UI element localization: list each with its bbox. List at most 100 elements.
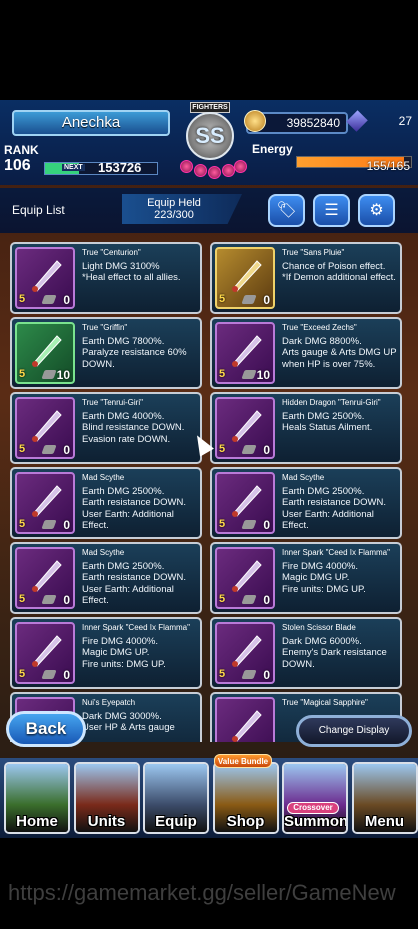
filter-icon: ☰ bbox=[324, 202, 339, 219]
game-screen: Anechka RANK 106 NEXT 153726 FIGHTERS SS… bbox=[0, 100, 418, 838]
equipment-name: True "Exceed Zechs" bbox=[282, 323, 357, 332]
limit-break-icon bbox=[241, 370, 257, 379]
orb-icon bbox=[194, 164, 207, 177]
limit-break-count: 0 bbox=[63, 443, 70, 457]
nav-summon[interactable]: Summon bbox=[282, 762, 348, 834]
tag-icon: 🏷 bbox=[276, 202, 297, 219]
nav-label: Summon bbox=[284, 813, 348, 830]
equipment-description: Earth DMG 2500%. Earth resistance DOWN. … bbox=[82, 561, 186, 606]
equipment-card[interactable]: 5 0 Inner Spark "Ceed Ix Flamma" Fire DMG 4… bbox=[10, 617, 202, 689]
rarity-star: 5 bbox=[219, 443, 226, 455]
settings-button[interactable]: ⚙ bbox=[358, 194, 395, 227]
weapon-icon bbox=[32, 485, 62, 517]
equip-held-value: 223/300 bbox=[154, 209, 194, 221]
weapon-icon bbox=[32, 335, 62, 367]
equip-list-title: Equip List bbox=[12, 203, 65, 217]
equipment-description: Dark DMG 3000%. User HP & Arts gauge bbox=[82, 711, 175, 734]
equipment-name: True "Sans Pluie" bbox=[282, 248, 345, 257]
equipment-card[interactable]: 5 0 Mad Scythe Earth DMG 2500%. Earth resis… bbox=[210, 467, 402, 539]
rarity-star: 5 bbox=[19, 668, 26, 680]
equipment-card[interactable]: 5 0 Hidden Dragon "Tenrui-Giri" Earth DMG 2… bbox=[210, 392, 402, 464]
gil-coin-icon bbox=[244, 110, 266, 132]
weapon-icon bbox=[32, 560, 62, 592]
rarity-star: 5 bbox=[19, 593, 26, 605]
nav-label: Shop bbox=[226, 813, 265, 830]
weapon-icon bbox=[232, 260, 262, 292]
equipment-thumbnail: 50 bbox=[215, 547, 275, 609]
equipment-thumbnail: 50 bbox=[15, 472, 75, 534]
equipment-name: Mad Scythe bbox=[82, 548, 125, 557]
equipment-name: True "Griffin" bbox=[82, 323, 128, 332]
back-button[interactable]: Back bbox=[6, 711, 86, 747]
equipment-card[interactable]: 5 10 True "Exceed Zechs" Dark DMG 8800%. Ar… bbox=[210, 317, 402, 389]
equipment-card[interactable]: 5 0 True "Tenrui-Giri" Earth DMG 4000%. Bli… bbox=[10, 392, 202, 464]
equipment-description: Dark DMG 6000%. Enemy's Dark resistance … bbox=[282, 636, 387, 670]
rarity-star: 5 bbox=[219, 293, 226, 305]
energy-value: 155/165 bbox=[366, 159, 410, 173]
equip-list-bar: Equip List Equip Held 223/300 🏷 ☰ ⚙ bbox=[0, 188, 418, 233]
limit-break-count: 0 bbox=[63, 518, 70, 532]
limit-break-count: 0 bbox=[63, 668, 70, 682]
equipment-name: True "Tenrui-Giri" bbox=[82, 398, 143, 407]
orb-icon bbox=[234, 160, 247, 173]
equipment-name: Mad Scythe bbox=[282, 473, 325, 482]
equipment-card[interactable]: 5 10 True "Griffin" Earth DMG 7800%. Paraly… bbox=[10, 317, 202, 389]
nav-shop[interactable]: Shop bbox=[212, 762, 279, 834]
limit-break-count: 10 bbox=[56, 368, 70, 382]
limit-break-count: 0 bbox=[263, 593, 270, 607]
weapon-icon bbox=[232, 335, 262, 367]
nav-label: Units bbox=[87, 813, 126, 830]
equipment-description: Fire DMG 4000%. Magic DMG UP. Fire units… bbox=[82, 636, 166, 670]
equipment-thumbnail: 50 bbox=[215, 622, 275, 684]
equipment-card[interactable]: 5 0 True "Centurion" Light DMG 3100% *Heal … bbox=[10, 242, 202, 314]
equipment-thumbnail: 50 bbox=[15, 247, 75, 309]
equipment-name: Nui's Eyepatch bbox=[82, 698, 136, 707]
nav-menu[interactable]: Menu bbox=[351, 762, 418, 834]
equipment-name: Stolen Scissor Blade bbox=[282, 623, 356, 632]
limit-break-icon bbox=[41, 445, 57, 454]
rank-value: 106 bbox=[4, 157, 31, 174]
ss-rank-icon: SS bbox=[186, 112, 234, 160]
limit-break-count: 0 bbox=[63, 293, 70, 307]
equipment-name: Hidden Dragon "Tenrui-Giri" bbox=[282, 398, 381, 407]
nav-home[interactable]: Home bbox=[4, 762, 70, 834]
equipment-card[interactable]: 5 0 Inner Spark "Ceed Ix Flamma" Fire DMG 4… bbox=[210, 542, 402, 614]
limit-break-icon bbox=[41, 520, 57, 529]
equipment-thumbnail: 50 bbox=[215, 247, 275, 309]
equipment-thumbnail: 5 10 bbox=[215, 322, 275, 384]
equipment-description: Fire DMG 4000%. Magic DMG UP. Fire units… bbox=[282, 561, 366, 595]
nav-label: Equip bbox=[155, 813, 197, 830]
watermark: https://gamemarket.gg/seller/GameNew bbox=[8, 880, 396, 905]
equipment-thumbnail: 50 bbox=[215, 397, 275, 459]
equipment-description: Chance of Poison effect. *If Demon addit… bbox=[282, 261, 396, 284]
gil-value: 39852840 bbox=[286, 116, 340, 130]
rank-label: RANK bbox=[4, 143, 39, 157]
equipment-name: Inner Spark "Ceed Ix Flamma" bbox=[282, 548, 390, 557]
gem-value: 27 bbox=[398, 114, 412, 128]
equipment-description: Earth DMG 2500%. Earth resistance DOWN. … bbox=[82, 486, 186, 531]
fighters-emblem[interactable]: FIGHTERS SS bbox=[170, 100, 250, 184]
nav-label: Menu bbox=[364, 813, 405, 830]
change-display-button[interactable]: Change Display bbox=[296, 715, 412, 747]
equipment-thumbnail: 5 10 bbox=[15, 322, 75, 384]
lapis-gem-icon[interactable] bbox=[346, 110, 368, 132]
equipment-card[interactable]: 5 0 True "Sans Pluie" Chance of Poison effe… bbox=[210, 242, 402, 314]
limit-break-count: 0 bbox=[263, 518, 270, 532]
player-name: Anechka bbox=[12, 110, 170, 136]
equipment-card[interactable]: 5 0 Mad Scythe Earth DMG 2500%. Earth resis… bbox=[10, 467, 202, 539]
gear-icon: ⚙ bbox=[369, 202, 384, 219]
nav-units[interactable]: Units bbox=[73, 762, 140, 834]
nav-equip[interactable]: Equip bbox=[143, 762, 209, 834]
rarity-star: 5 bbox=[19, 368, 26, 380]
limit-break-count: 0 bbox=[263, 293, 270, 307]
rarity-star: 5 bbox=[19, 293, 26, 305]
weapon-icon bbox=[232, 410, 262, 442]
weapon-icon bbox=[232, 485, 262, 517]
equipment-description: Dark DMG 8800%. Arts gauge & Arts DMG UP… bbox=[282, 336, 397, 370]
weapon-icon bbox=[232, 560, 262, 592]
filter-button[interactable]: ☰ bbox=[313, 194, 350, 227]
equipment-card[interactable]: 5 0 Stolen Scissor Blade Dark DMG 6000%. En… bbox=[210, 617, 402, 689]
equipment-card[interactable]: 5 0 Mad Scythe Earth DMG 2500%. Earth resis… bbox=[10, 542, 202, 614]
tag-button[interactable]: 🏷 bbox=[268, 194, 305, 227]
limit-break-icon bbox=[241, 520, 257, 529]
